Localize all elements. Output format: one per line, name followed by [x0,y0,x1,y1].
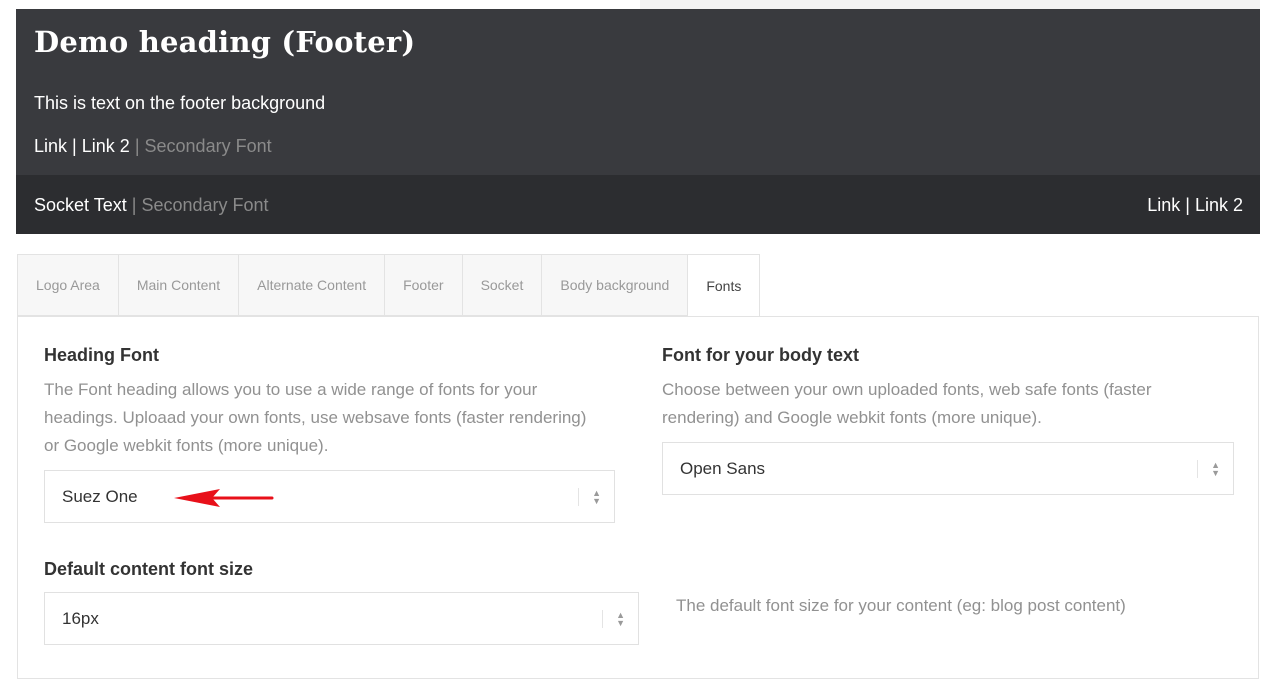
select-arrows-icon: ▲ ▼ [592,487,601,506]
body-font-label: Font for your body text [662,345,859,365]
settings-tabs: Logo Area Main Content Alternate Content… [17,254,761,317]
select-divider [602,610,603,628]
footer-secondary-font: Secondary Font [144,136,272,156]
tab-socket[interactable]: Socket [461,254,542,316]
footer-secondary-separator: | [134,136,140,156]
top-strip [640,0,1260,9]
socket-preview: Socket Text | Secondary Font Link | Link… [16,175,1260,234]
tab-footer[interactable]: Footer [384,254,462,316]
socket-link-separator: | [1185,195,1190,215]
heading-font-description: The Font heading allows you to use a wid… [44,380,587,455]
footer-links: Link | Link 2 | Secondary Font [34,136,272,157]
body-font-description: Choose between your own uploaded fonts, … [662,380,1152,427]
footer-link-separator: | [72,136,77,156]
footer-heading: Demo heading (Footer) [34,25,416,59]
tab-fonts[interactable]: Fonts [687,254,761,317]
footer-text: This is text on the footer background [34,93,326,113]
socket-text: Socket Text [34,195,127,215]
content-font-size-value: 16px [62,608,99,628]
footer-preview: Demo heading (Footer) This is text on th… [16,9,1260,175]
heading-font-label: Heading Font [44,345,159,365]
content-font-size-select[interactable]: 16px ▲ ▼ [44,592,639,645]
body-font-select[interactable]: Open Sans ▲ ▼ [662,442,1234,495]
socket-separator: | [131,195,137,215]
footer-link-2[interactable]: Link 2 [82,136,130,156]
heading-font-select[interactable]: Suez One ▲ ▼ [44,470,615,523]
select-arrows-icon: ▲ ▼ [616,609,625,628]
content-font-size-label: Default content font size [44,559,254,579]
tab-main-content[interactable]: Main Content [117,254,239,316]
socket-text-group: Socket Text | Secondary Font [34,195,269,216]
socket-link-2[interactable]: Link 2 [1195,195,1243,215]
select-divider [578,488,579,506]
tab-body-background[interactable]: Body background [541,254,688,316]
select-arrows-icon: ▲ ▼ [1211,459,1220,478]
socket-secondary-font: Secondary Font [141,195,269,215]
tab-logo-area[interactable]: Logo Area [17,254,118,316]
red-arrow-annotation [174,489,274,507]
socket-links: Link | Link 2 [1147,195,1243,216]
tab-alternate-content[interactable]: Alternate Content [238,254,385,316]
select-divider [1197,460,1198,478]
body-font-value: Open Sans [680,458,766,478]
socket-link-1[interactable]: Link [1147,195,1180,215]
content-font-size-description: The default font size for your content (… [676,596,1126,615]
footer-link-1[interactable]: Link [34,136,67,156]
heading-font-value: Suez One [62,486,138,506]
